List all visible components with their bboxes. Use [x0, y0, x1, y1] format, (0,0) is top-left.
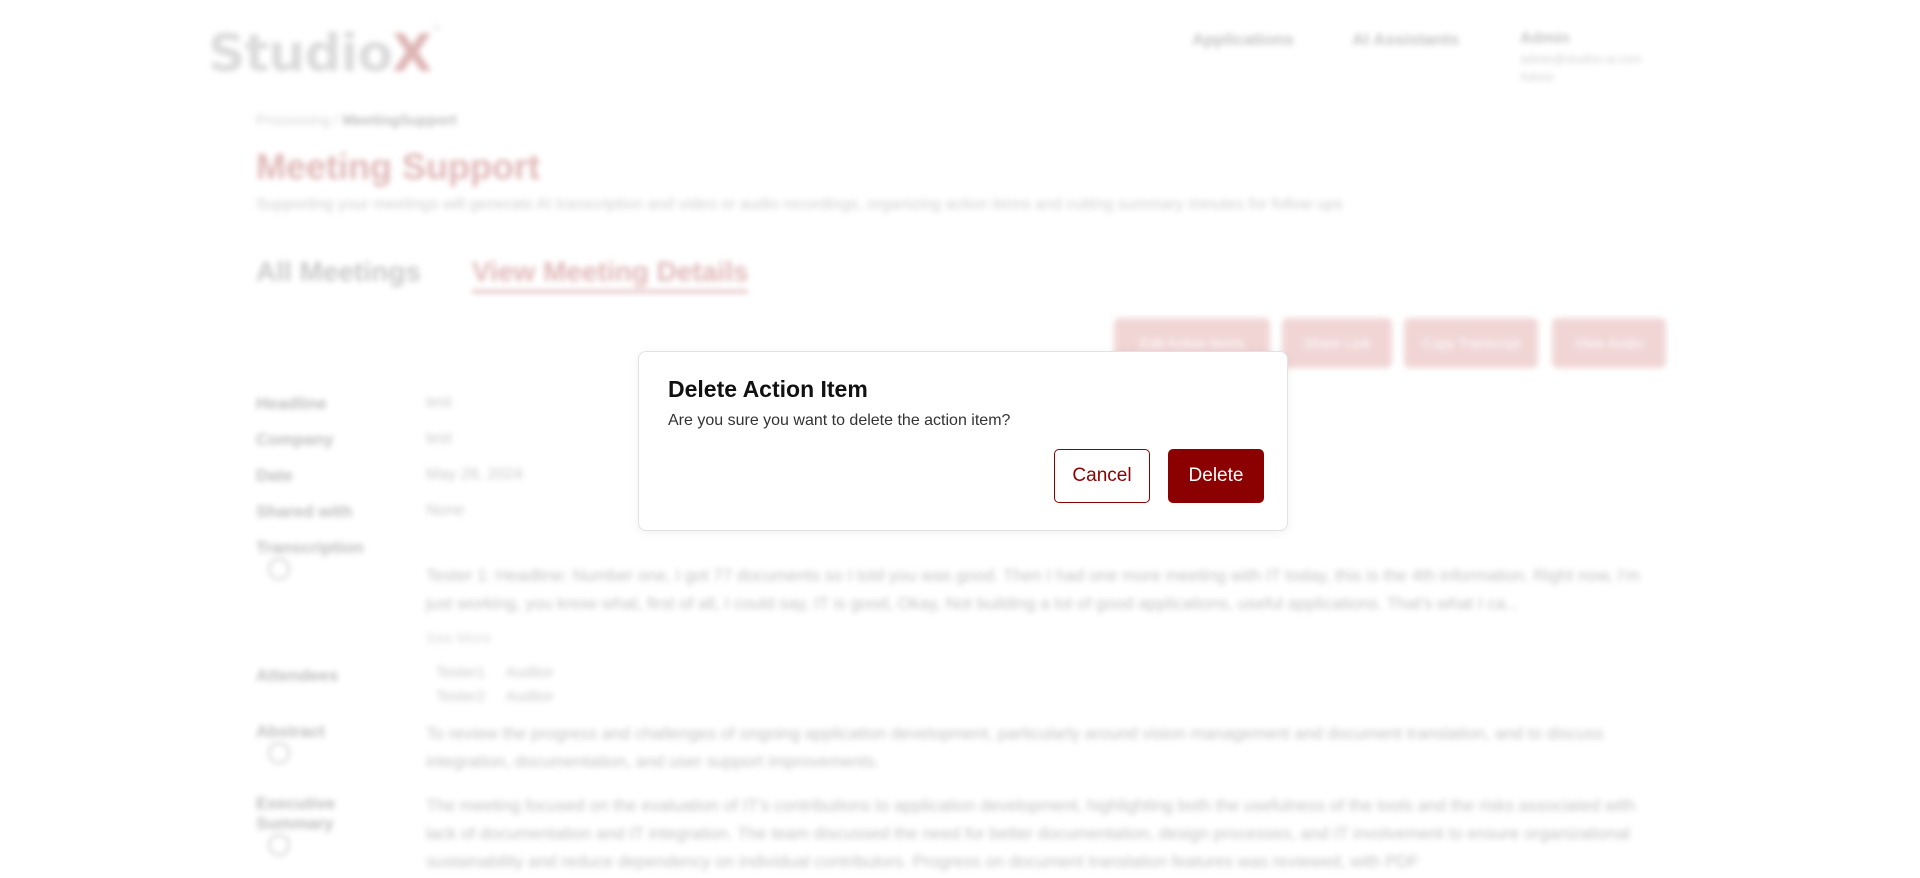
- transcription-label: Transcription: [256, 538, 396, 585]
- info-icon[interactable]: [268, 558, 290, 580]
- view-audio-button[interactable]: View Audio: [1552, 318, 1666, 368]
- tab-view-meeting-details[interactable]: View Meeting Details: [472, 256, 749, 293]
- share-link-button[interactable]: Share Link: [1282, 318, 1392, 368]
- info-icon[interactable]: [268, 742, 290, 764]
- dialog-message: Are you sure you want to delete the acti…: [668, 412, 1011, 429]
- attendee-role: Auditor: [506, 688, 554, 705]
- page-title: Meeting Support: [256, 146, 540, 187]
- shared-with-label: Shared with: [256, 502, 353, 521]
- company-value: test: [426, 430, 452, 447]
- cancel-button[interactable]: Cancel: [1054, 449, 1150, 503]
- breadcrumb: Processing / MeetingSupport: [256, 112, 457, 129]
- delete-button[interactable]: Delete: [1168, 449, 1264, 503]
- user-name: Admin: [1520, 30, 1570, 47]
- abstract-label: Abstract: [256, 722, 396, 769]
- shared-with-value: None: [426, 502, 465, 519]
- transcription-text: Tester 1: Headline: Number one, I got 77…: [426, 566, 1640, 613]
- user-role: Admin: [1520, 70, 1555, 84]
- attendee-role: Auditor: [506, 664, 554, 681]
- nav-ai-assistants[interactable]: AI Assistants: [1352, 30, 1459, 50]
- studiox-logo: StudioX™: [208, 24, 443, 84]
- tab-all-meetings[interactable]: All Meetings: [256, 256, 421, 288]
- copy-transcript-button[interactable]: Copy Transcript: [1404, 318, 1538, 368]
- user-email: admin@studiox.ai.com: [1520, 52, 1642, 66]
- breadcrumb-current: MeetingSupport: [342, 112, 457, 129]
- abstract-text: To review the progress and challenges of…: [426, 724, 1604, 771]
- user-menu[interactable]: Admin admin@studiox.ai.com Admin: [1520, 30, 1642, 84]
- headline-value: test: [426, 394, 452, 411]
- attendee-name: Tester2: [436, 688, 486, 705]
- dialog-title: Delete Action Item: [668, 376, 868, 402]
- executive-summary-label: Executive Summary: [256, 794, 396, 861]
- executive-summary-text: The meeting focused on the evaluation of…: [426, 796, 1636, 871]
- delete-action-item-dialog: Delete Action Item Are you sure you want…: [638, 351, 1288, 531]
- date-label: Date: [256, 466, 293, 485]
- attendees-label: Attendees: [256, 666, 339, 685]
- info-icon[interactable]: [268, 834, 290, 856]
- breadcrumb-root[interactable]: Processing: [256, 112, 330, 129]
- headline-label: Headline: [256, 394, 327, 413]
- date-value: May 28, 2024: [426, 466, 523, 483]
- see-more-link[interactable]: See More: [426, 630, 491, 647]
- attendee-name: Tester1: [436, 664, 486, 681]
- company-label: Company: [256, 430, 334, 449]
- page-description: Supporting your meetings will generate A…: [256, 196, 1343, 213]
- nav-applications[interactable]: Applications: [1192, 30, 1294, 50]
